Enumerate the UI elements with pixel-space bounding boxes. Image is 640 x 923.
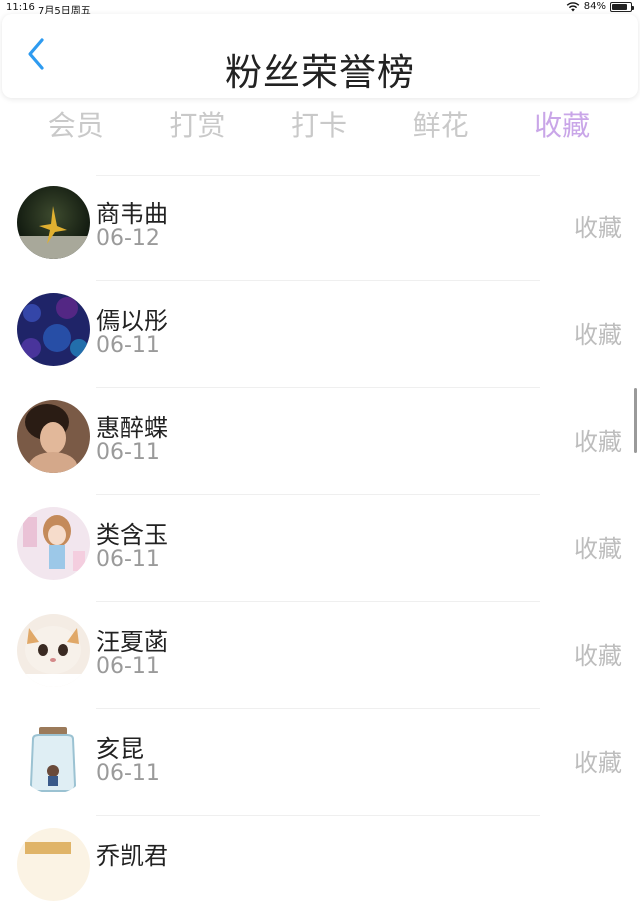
fan-date: 06-11 [96, 547, 160, 572]
favorite-label: 收藏 [574, 749, 622, 777]
list-item[interactable]: 乔凯君 [0, 816, 640, 923]
scrollbar[interactable] [634, 388, 637, 453]
avatar [17, 293, 90, 366]
fan-name: 傿以彤 [96, 307, 168, 335]
fan-date: 06-11 [96, 440, 160, 465]
fan-name: 乔凯君 [96, 842, 168, 870]
fan-name: 惠醉蝶 [96, 414, 168, 442]
list-item[interactable]: 傿以彤 06-11 收藏 [0, 281, 640, 388]
fan-name: 商韦曲 [96, 200, 168, 228]
list-item[interactable]: 商韦曲 06-12 收藏 [0, 174, 640, 281]
list-item[interactable]: 惠醉蝶 06-11 收藏 [0, 388, 640, 495]
favorite-label: 收藏 [574, 428, 622, 456]
avatar [17, 507, 90, 580]
tab-members[interactable]: 会员 [15, 104, 137, 148]
fan-name: 亥昆 [96, 735, 144, 763]
avatar [17, 400, 90, 473]
tab-favorites[interactable]: 收藏 [501, 104, 623, 148]
avatar [17, 614, 90, 687]
status-time: 11:16 [6, 2, 35, 13]
fan-date: 06-11 [96, 333, 160, 358]
fan-name: 类含玉 [96, 521, 168, 549]
fan-date: 06-11 [96, 761, 160, 786]
page-title: 粉丝荣誉榜 [225, 51, 415, 94]
avatar [17, 186, 90, 259]
favorite-label: 收藏 [574, 214, 622, 242]
fan-date: 06-12 [96, 226, 160, 251]
status-indicators: 84% [566, 1, 634, 12]
list-item[interactable]: 亥昆 06-11 收藏 [0, 709, 640, 816]
fan-name: 汪夏菡 [96, 628, 168, 656]
list-item[interactable]: 类含玉 06-11 收藏 [0, 495, 640, 602]
wifi-icon [566, 1, 580, 11]
favorite-label: 收藏 [574, 321, 622, 349]
favorite-label: 收藏 [574, 642, 622, 670]
list-item[interactable]: 汪夏菡 06-11 收藏 [0, 602, 640, 709]
favorite-label: 收藏 [574, 535, 622, 563]
tab-bar: 会员 打赏 打卡 鲜花 收藏 [15, 104, 623, 148]
battery-icon [610, 1, 634, 12]
battery-percent: 84% [583, 1, 606, 12]
avatar [17, 721, 90, 794]
tab-flowers[interactable]: 鲜花 [380, 104, 502, 148]
tab-checkin[interactable]: 打卡 [258, 104, 380, 148]
avatar [17, 828, 90, 901]
fan-date: 06-11 [96, 654, 160, 679]
tab-tips[interactable]: 打赏 [137, 104, 259, 148]
